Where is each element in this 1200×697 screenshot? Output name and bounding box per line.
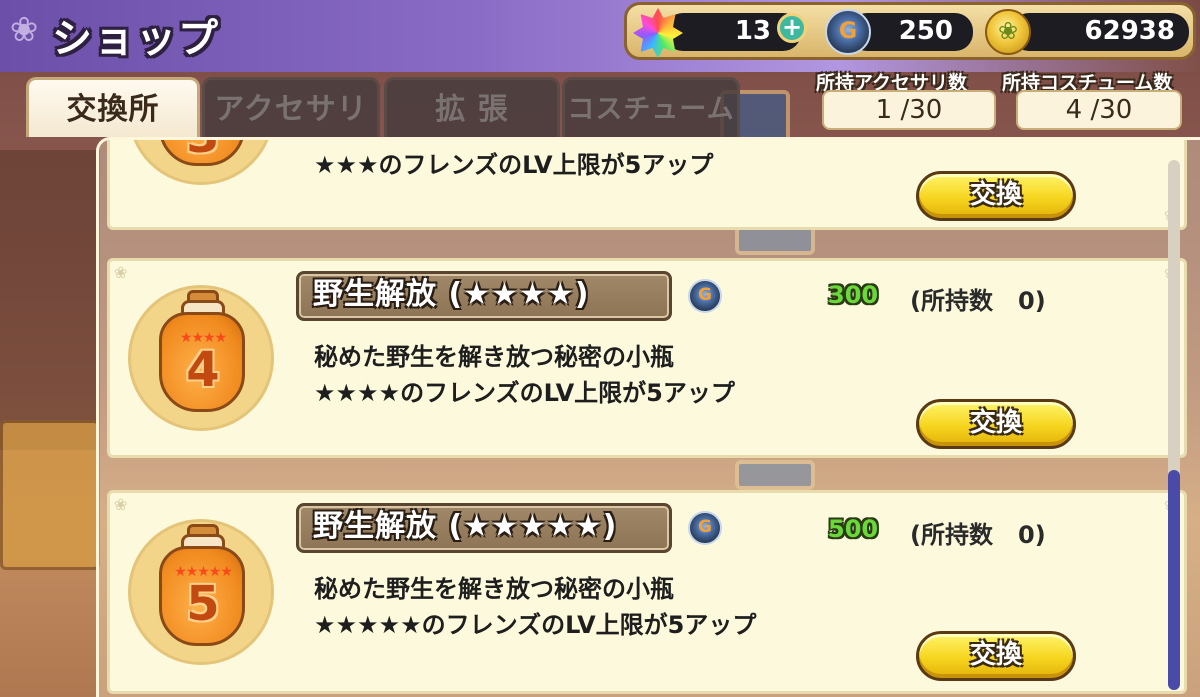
paw-coin-icon — [985, 9, 1031, 55]
owned-count: (所持数 0) — [910, 287, 1046, 315]
page-title: ショップ — [52, 16, 220, 62]
bottle-number: 5 — [186, 576, 220, 632]
bottle-badge: ★★★★★ 5 — [128, 519, 274, 665]
bottle-number: 3 — [167, 140, 239, 164]
currency-bar: 13 + 250 62938 — [624, 2, 1196, 60]
owned-count: (所持数 0) — [910, 521, 1046, 549]
item-name: 野生解放 (★★★★★) — [296, 503, 672, 553]
medal-count: 250 — [898, 16, 953, 46]
costume-count: 4 /30 — [1016, 90, 1182, 130]
item-cost: 500 — [828, 515, 879, 543]
item-effect: ★★★★★のフレンズのLV上限が5アップ — [314, 611, 757, 639]
item-cost: 300 — [828, 281, 879, 309]
bottle-badge: 3 — [128, 140, 274, 185]
list-item: ❀ ★★★★ 4 野生解放 (★★★★) 300 (所持数 0) 秘めた野生を解… — [107, 258, 1187, 458]
medal-icon — [688, 511, 722, 545]
bottle-badge: ★★★★ 4 — [128, 285, 274, 431]
item-effect: ★★★のフレンズのLV上限が5アップ — [314, 151, 714, 179]
tab-costume[interactable]: コスチューム — [562, 77, 740, 137]
coin-counter: 62938 — [1011, 13, 1189, 51]
tab-exchange[interactable]: 交換所 — [26, 77, 200, 137]
list-item: 3 ★★★のフレンズのLV上限が5アップ 交換 ❀ — [107, 140, 1187, 230]
medal-icon — [825, 9, 871, 55]
bottle-number: 4 — [186, 342, 220, 398]
exchange-list[interactable]: 3 ★★★のフレンズのLV上限が5アップ 交換 ❀ ❀ ★★★★ 4 野生解放 … — [96, 137, 1200, 697]
tab-accessory[interactable]: アクセサリ — [202, 77, 380, 137]
gem-count: 13 — [734, 16, 771, 46]
list-item: ❀ ★★★★★ 5 野生解放 (★★★★★) 500 (所持数 0) 秘めた野生… — [107, 490, 1187, 694]
accessory-count: 1 /30 — [822, 90, 996, 130]
paw-icon: ❀ — [114, 495, 128, 514]
exchange-button[interactable]: 交換 — [916, 399, 1076, 449]
item-name: 野生解放 (★★★★) — [296, 271, 672, 321]
paw-icon: ❀ — [9, 10, 39, 50]
paw-icon: ❀ — [114, 263, 128, 282]
item-effect: ★★★★のフレンズのLV上限が5アップ — [314, 379, 735, 407]
exchange-button[interactable]: 交換 — [916, 631, 1076, 681]
medal-icon — [688, 279, 722, 313]
item-description: 秘めた野生を解き放つ秘密の小瓶 — [314, 343, 674, 371]
tab-expansion[interactable]: 拡 張 — [384, 77, 560, 137]
coin-count: 62938 — [1084, 16, 1175, 46]
exchange-button[interactable]: 交換 — [916, 171, 1076, 221]
item-description: 秘めた野生を解き放つ秘密の小瓶 — [314, 575, 674, 603]
add-gems-button[interactable]: + — [777, 13, 807, 43]
scrollbar-thumb[interactable] — [1168, 470, 1180, 690]
